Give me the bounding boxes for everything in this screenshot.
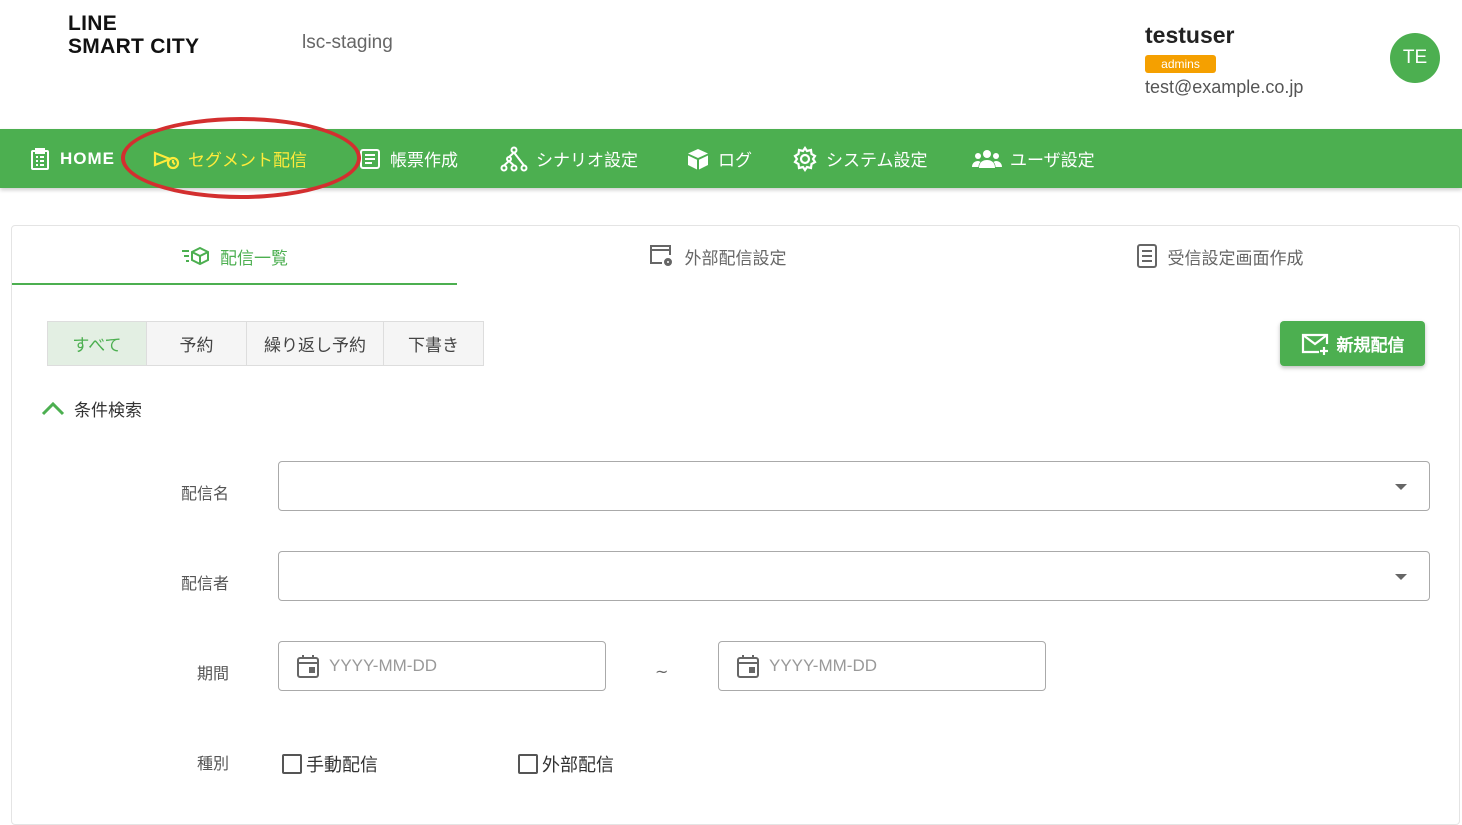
nav-item-scenario-settings[interactable]: シナリオ設定 (500, 129, 638, 188)
tab-bar: 配信一覧 外部配信設定 受信設定画面作成 (12, 226, 1461, 286)
chevron-up-icon (41, 401, 65, 415)
nav-item-label: システム設定 (826, 151, 928, 171)
tab-external-delivery-settings[interactable]: 外部配信設定 (457, 226, 977, 286)
active-tab-indicator (12, 283, 457, 285)
environment-name: lsc-staging (302, 32, 393, 53)
filter-recurring-button[interactable]: 繰り返し予約 (246, 321, 384, 366)
calendar-icon (297, 655, 319, 678)
nav-item-system-settings[interactable]: システム設定 (792, 129, 928, 188)
users-icon (972, 149, 1002, 168)
filter-scheduled-button[interactable]: 予約 (146, 321, 247, 366)
delivery-list-icon (182, 246, 209, 266)
dropdown-caret-icon (1395, 484, 1407, 490)
nav-item-log[interactable]: ログ (686, 129, 752, 188)
condition-search-toggle[interactable]: 条件検索 (40, 396, 142, 421)
calendar-icon (737, 655, 759, 678)
new-delivery-button[interactable]: 新規配信 (1280, 321, 1425, 366)
logo-line-1: LINE (68, 12, 118, 35)
tab-receive-settings-screen[interactable]: 受信設定画面作成 (977, 226, 1461, 286)
app-header: LINE SMART CITY lsc-staging testuser adm… (0, 0, 1462, 129)
period-label: 期間 (196, 664, 229, 683)
gear-icon (793, 145, 817, 172)
checkbox-label: 手動配信 (306, 755, 378, 776)
date-from-input[interactable] (329, 656, 529, 676)
form-icon (360, 148, 380, 169)
checkbox-label: 外部配信 (542, 755, 614, 776)
tab-label: 配信一覧 (220, 248, 288, 269)
tab-delivery-list[interactable]: 配信一覧 (12, 226, 457, 286)
box-icon (688, 148, 708, 169)
clipboard-icon (31, 147, 49, 170)
tab-label: 受信設定画面作成 (1167, 248, 1304, 269)
date-to-input[interactable] (769, 656, 969, 676)
type-label: 種別 (196, 754, 229, 773)
app-logo[interactable]: LINE SMART CITY (68, 12, 199, 58)
new-delivery-label: 新規配信 (1336, 336, 1405, 356)
nav-item-label: ログ (718, 151, 752, 171)
scenario-tree-icon (500, 146, 528, 171)
nav-item-form-creation[interactable]: 帳票作成 (358, 129, 458, 188)
nav-item-label: シナリオ設定 (536, 151, 638, 171)
nav-item-segment-delivery[interactable]: セグメント配信 (152, 129, 307, 188)
date-from-field[interactable] (278, 641, 606, 691)
nav-item-user-settings[interactable]: ユーザ設定 (972, 129, 1095, 188)
filter-draft-button[interactable]: 下書き (383, 321, 484, 366)
sender-label: 配信者 (180, 574, 229, 593)
window-gear-icon (649, 245, 672, 266)
tab-label: 外部配信設定 (684, 248, 787, 269)
nav-item-label: HOME (60, 148, 115, 168)
external-delivery-checkbox[interactable]: 外部配信 (518, 751, 614, 777)
date-to-field[interactable] (718, 641, 1046, 691)
range-separator: ~ (655, 662, 669, 681)
user-name: testuser (1145, 22, 1235, 48)
megaphone-icon (153, 150, 180, 169)
delivery-status-filter: すべて 予約 繰り返し予約 下書き (47, 321, 484, 366)
dropdown-caret-icon (1395, 574, 1407, 580)
sender-select[interactable] (278, 551, 1430, 601)
role-badge: admins (1145, 55, 1216, 73)
checkbox-box (518, 754, 538, 774)
condition-search-label: 条件検索 (74, 401, 142, 421)
nav-item-label: 帳票作成 (390, 151, 458, 171)
checkbox-box (282, 754, 302, 774)
nav-item-label: セグメント配信 (188, 151, 307, 171)
logo-line-2: SMART CITY (68, 35, 200, 58)
manual-delivery-checkbox[interactable]: 手動配信 (282, 751, 378, 777)
delivery-card: 配信一覧 外部配信設定 受信設定画面作成 すべて 予約 繰り返し予約 下書き 新… (11, 225, 1460, 825)
nav-item-home[interactable]: HOME (28, 129, 115, 188)
document-icon (1136, 244, 1157, 268)
user-email: test@example.co.jp (1145, 77, 1304, 97)
delivery-name-label: 配信名 (180, 484, 229, 503)
nav-item-label: ユーザ設定 (1010, 151, 1095, 171)
delivery-name-select[interactable] (278, 461, 1430, 511)
avatar[interactable]: TE (1390, 33, 1440, 83)
filter-all-button[interactable]: すべて (47, 321, 147, 366)
mail-add-icon (1301, 333, 1328, 355)
main-nav: HOME セグメント配信 帳票作成 シナリオ設定 ログ システム設定 ユーザ設定 (0, 129, 1462, 188)
